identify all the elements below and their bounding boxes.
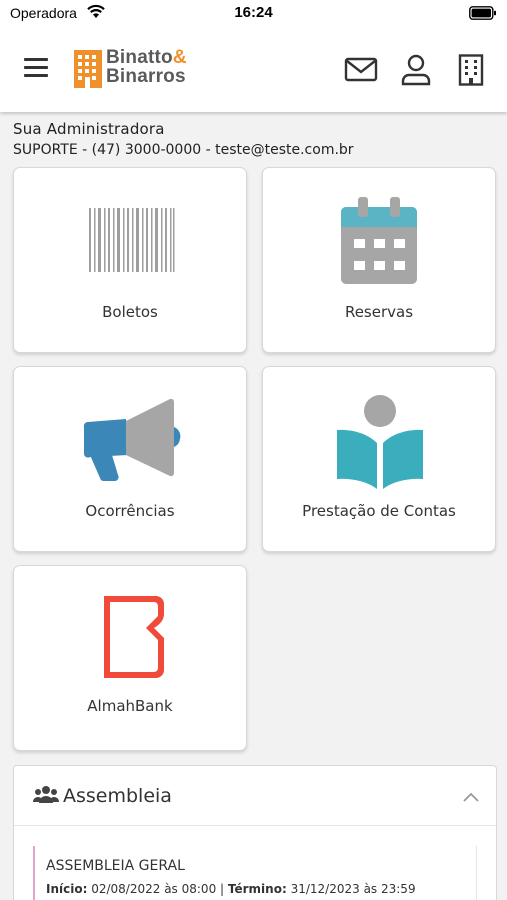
card-reservas[interactable]: Reservas [262,167,496,353]
card-boletos[interactable]: Boletos [13,167,247,353]
status-bar: Operadora 16:24 [0,0,507,26]
card-label: Ocorrências [85,502,175,520]
user-icon[interactable] [399,54,433,86]
assembleia-panel: Assembleia ASSEMBLEIA GERAL Início: 02/0… [13,765,497,900]
assembleia-item[interactable]: ASSEMBLEIA GERAL Início: 02/08/2022 às 0… [33,846,477,900]
assembleia-header[interactable]: Assembleia [14,766,496,826]
card-label: Reservas [344,303,414,321]
brand-ampersand: & [172,47,187,68]
admin-contact: SUPORTE - (47) 3000-0000 - teste@teste.c… [13,142,354,158]
clock: 16:24 [234,4,273,21]
brand-name: Binatto& Binarros [106,48,187,86]
card-almahbank[interactable]: AlmahBank [13,565,247,751]
building-icon[interactable] [455,54,489,86]
assembleia-item-dates: Início: 02/08/2022 às 08:00 | Término: 3… [46,882,416,896]
card-prestacao-de-contas[interactable]: Prestação de Contas [262,366,496,552]
mail-icon[interactable] [344,54,378,86]
almahbank-logo [104,596,164,678]
menu-icon[interactable] [24,58,48,80]
megaphone-icon [83,398,181,482]
termino-value: 31/12/2023 às 23:59 [290,882,416,896]
app-header: Binatto& Binarros [0,26,507,112]
brand-name-line2: Binarros [106,66,186,87]
calendar-icon [341,197,417,284]
users-icon [33,785,59,809]
assembleia-title: Assembleia [63,785,172,807]
reading-book-icon [337,395,423,489]
termino-label: Término: [227,882,287,896]
brand-name-line1: Binatto [106,47,173,68]
building-logo-icon [74,50,102,88]
inicio-value: 02/08/2022 às 08:00 [91,882,217,896]
chevron-up-icon[interactable] [462,788,480,807]
barcode-icon [89,208,175,272]
card-label: Prestação de Contas [302,502,456,520]
card-ocorrencias[interactable]: Ocorrências [13,366,247,552]
battery-icon [469,5,497,24]
assembleia-item-title: ASSEMBLEIA GERAL [46,858,185,874]
inicio-label: Início: [46,882,88,896]
date-separator: | [220,882,225,896]
card-label: Boletos [102,303,158,321]
admin-title: Sua Administradora [13,120,165,138]
card-label: AlmahBank [87,697,173,715]
